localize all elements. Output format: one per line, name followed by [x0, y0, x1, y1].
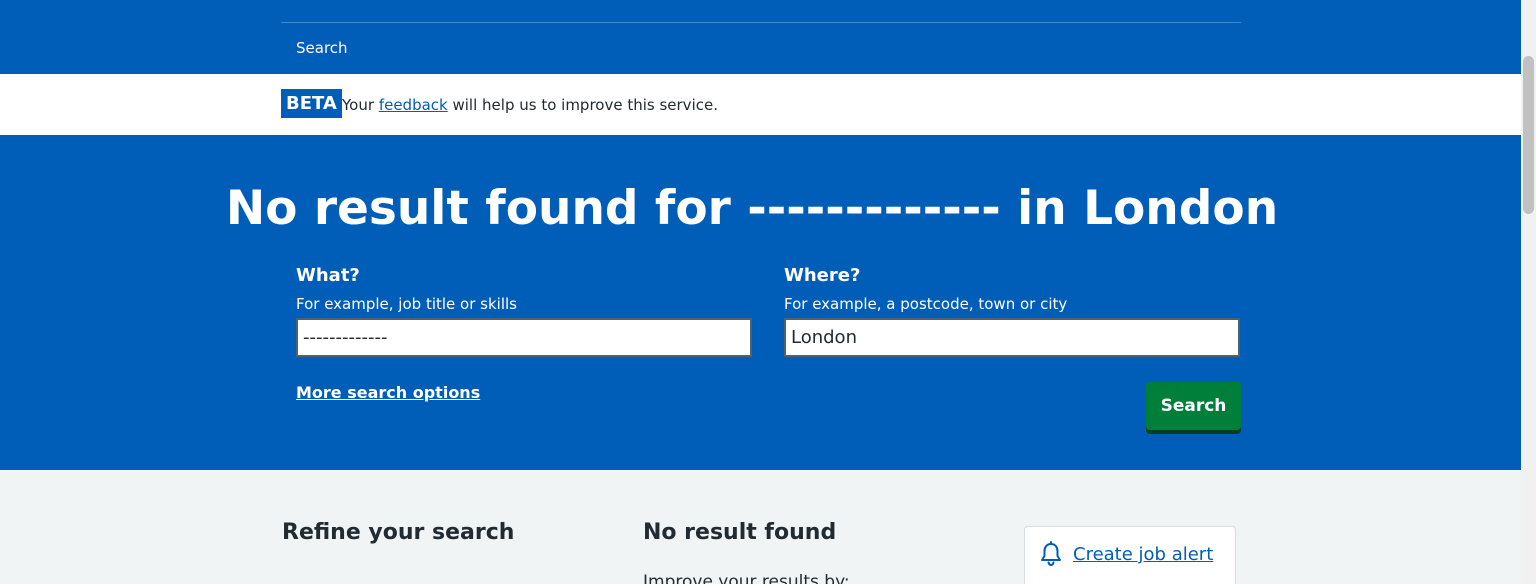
beta-text-before: Your	[342, 96, 375, 114]
search-hero: No result found for ------------- in Lon…	[0, 135, 1521, 470]
where-hint: For example, a postcode, town or city	[784, 295, 1068, 313]
nav-divider	[281, 22, 1241, 23]
what-label: What?	[296, 265, 360, 286]
beta-text-after: will help us to improve this service.	[452, 96, 718, 114]
beta-tag: BETA	[281, 89, 342, 118]
results-heading: No result found	[643, 520, 837, 545]
search-button[interactable]: Search	[1146, 382, 1241, 430]
page: Search BETA Your feedback will help us t…	[0, 0, 1521, 584]
what-field: What? For example, job title or skills	[296, 265, 752, 357]
where-label: Where?	[784, 265, 861, 286]
top-navigation: Search	[0, 0, 1521, 74]
nav-search-link[interactable]: Search	[296, 39, 348, 57]
page-scrollbar[interactable]	[1521, 0, 1536, 584]
where-field: Where? For example, a postcode, town or …	[784, 265, 1240, 357]
feedback-link[interactable]: feedback	[379, 96, 448, 114]
beta-banner: BETA Your feedback will help us to impro…	[0, 74, 1521, 135]
results-subtitle: Improve your results by:	[643, 572, 850, 584]
refine-search-heading: Refine your search	[282, 520, 515, 545]
create-job-alert-link[interactable]: Create job alert	[1073, 544, 1213, 565]
where-input[interactable]	[784, 318, 1240, 357]
scrollbar-thumb[interactable]	[1523, 56, 1534, 214]
bell-icon	[1041, 541, 1061, 567]
what-input[interactable]	[296, 318, 752, 357]
job-alert-card: Create job alert	[1024, 526, 1236, 584]
what-hint: For example, job title or skills	[296, 295, 517, 313]
more-search-options-link[interactable]: More search options	[296, 383, 480, 402]
beta-message: Your feedback will help us to improve th…	[342, 96, 718, 114]
page-title: No result found for ------------- in Lon…	[225, 181, 1279, 236]
